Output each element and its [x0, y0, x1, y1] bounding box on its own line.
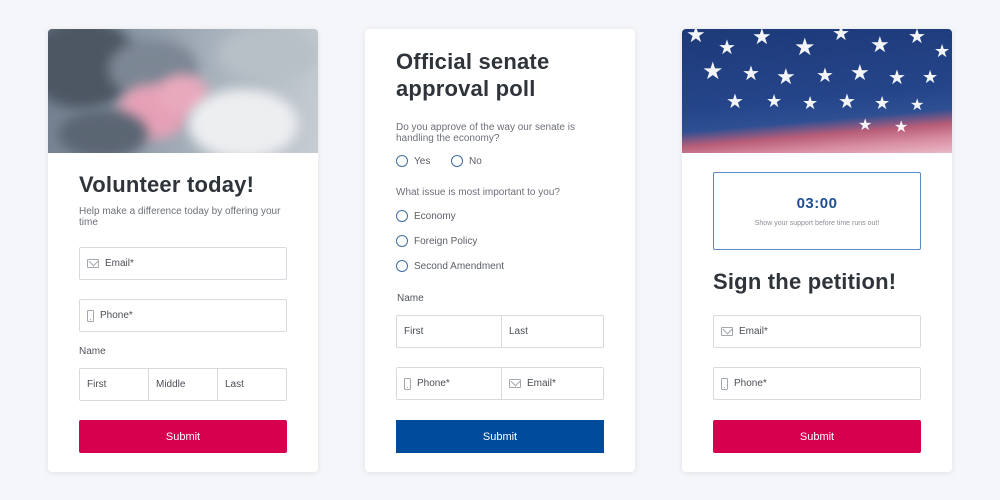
volunteer-title: Volunteer today!	[79, 172, 255, 197]
radio-yes[interactable]: Yes	[396, 155, 430, 167]
poll-form-card: Official senate approval poll Do you app…	[365, 29, 635, 472]
countdown-timer: 03:00 Show your support before time runs…	[713, 172, 921, 250]
question-economy: Do you approve of the way our senate is …	[396, 122, 575, 144]
contact-field-group: Phone* Email*	[396, 367, 604, 400]
radio-circle	[396, 155, 408, 167]
radio-foreign-policy[interactable]: Foreign Policy	[396, 235, 477, 247]
radio-economy[interactable]: Economy	[396, 210, 456, 222]
mail-icon	[509, 379, 521, 388]
phone-icon	[87, 309, 94, 322]
first-name-placeholder: First	[404, 326, 424, 337]
flag-hero-image: ★ ★ ★ ★ ★ ★ ★ ★ ★ ★ ★ ★ ★ ★ ★ ★ ★ ★ ★ ★ …	[682, 29, 952, 153]
phone-icon	[721, 377, 728, 390]
phone-field[interactable]: Phone*	[713, 367, 921, 400]
middle-name-input[interactable]: Middle	[149, 369, 218, 400]
phone-icon	[404, 377, 411, 390]
radio-label: Second Amendment	[414, 260, 505, 272]
petition-form-card: ★ ★ ★ ★ ★ ★ ★ ★ ★ ★ ★ ★ ★ ★ ★ ★ ★ ★ ★ ★ …	[682, 29, 952, 472]
phone-placeholder: Phone*	[734, 378, 767, 389]
radio-circle	[396, 235, 408, 247]
submit-button[interactable]: Submit	[79, 420, 287, 453]
email-field[interactable]: Email*	[502, 368, 603, 399]
timer-value: 03:00	[796, 195, 838, 212]
phone-placeholder: Phone*	[100, 310, 133, 321]
phone-field[interactable]: Phone*	[79, 299, 287, 332]
last-name-input[interactable]: Last	[218, 369, 286, 400]
radio-circle	[396, 210, 408, 222]
mail-icon	[87, 259, 99, 268]
radio-circle	[451, 155, 463, 167]
name-label: Name	[397, 293, 424, 304]
email-placeholder: Email*	[105, 258, 134, 269]
radio-label: No	[469, 155, 482, 167]
poll-title: Official senate approval poll	[396, 49, 550, 101]
radio-label: Foreign Policy	[414, 235, 478, 247]
name-field-group: First Last	[396, 315, 604, 348]
last-name-placeholder: Last	[225, 379, 244, 390]
name-field-group: First Middle Last	[79, 368, 287, 401]
submit-button[interactable]: Submit	[396, 420, 604, 453]
name-label: Name	[79, 346, 106, 357]
email-placeholder: Email*	[527, 378, 556, 389]
last-name-placeholder: Last	[509, 326, 528, 337]
volunteer-hero-image	[48, 29, 318, 153]
middle-name-placeholder: Middle	[156, 379, 186, 390]
volunteer-subtitle: Help make a difference today by offering…	[79, 206, 281, 228]
radio-second-amendment[interactable]: Second Amendment	[396, 260, 504, 272]
radio-label: Yes	[414, 155, 431, 167]
mail-icon	[721, 327, 733, 336]
email-placeholder: Email*	[739, 326, 768, 337]
first-name-input[interactable]: First	[397, 316, 502, 347]
radio-no[interactable]: No	[451, 155, 482, 167]
radio-circle	[396, 260, 408, 272]
phone-placeholder: Phone*	[417, 378, 450, 389]
petition-title: Sign the petition!	[713, 269, 897, 294]
last-name-input[interactable]: Last	[502, 316, 603, 347]
submit-button[interactable]: Submit	[713, 420, 921, 453]
email-field[interactable]: Email*	[713, 315, 921, 348]
email-field[interactable]: Email*	[79, 247, 287, 280]
first-name-placeholder: First	[87, 379, 107, 390]
volunteer-form-card: Volunteer today! Help make a difference …	[48, 29, 318, 472]
timer-note: Show your support before time runs out!	[754, 220, 880, 227]
question-issue: What issue is most important to you?	[396, 187, 560, 198]
phone-field[interactable]: Phone*	[397, 368, 502, 399]
radio-label: Economy	[414, 210, 456, 222]
first-name-input[interactable]: First	[80, 369, 149, 400]
